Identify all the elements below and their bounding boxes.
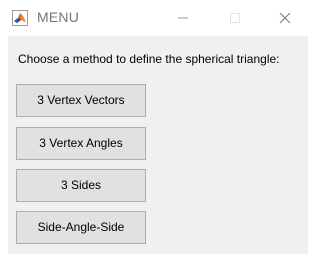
menu-window: MENU Choose a method to define the spher…: [0, 0, 308, 254]
side-angle-side-button[interactable]: Side-Angle-Side: [16, 211, 146, 244]
matlab-icon: [12, 10, 28, 26]
minimize-icon: [178, 17, 188, 19]
prompt-label: Choose a method to define the spherical …: [18, 52, 280, 66]
minimize-button[interactable]: [160, 0, 206, 36]
maximize-icon: [230, 13, 240, 23]
close-button[interactable]: [262, 0, 308, 36]
vertex-vectors-button[interactable]: 3 Vertex Vectors: [16, 84, 146, 117]
vertex-angles-button[interactable]: 3 Vertex Angles: [16, 127, 146, 160]
three-sides-button[interactable]: 3 Sides: [16, 169, 146, 202]
close-icon: [279, 12, 291, 24]
maximize-button[interactable]: [212, 0, 258, 36]
window-title: MENU: [37, 9, 80, 25]
title-bar[interactable]: MENU: [0, 0, 308, 36]
